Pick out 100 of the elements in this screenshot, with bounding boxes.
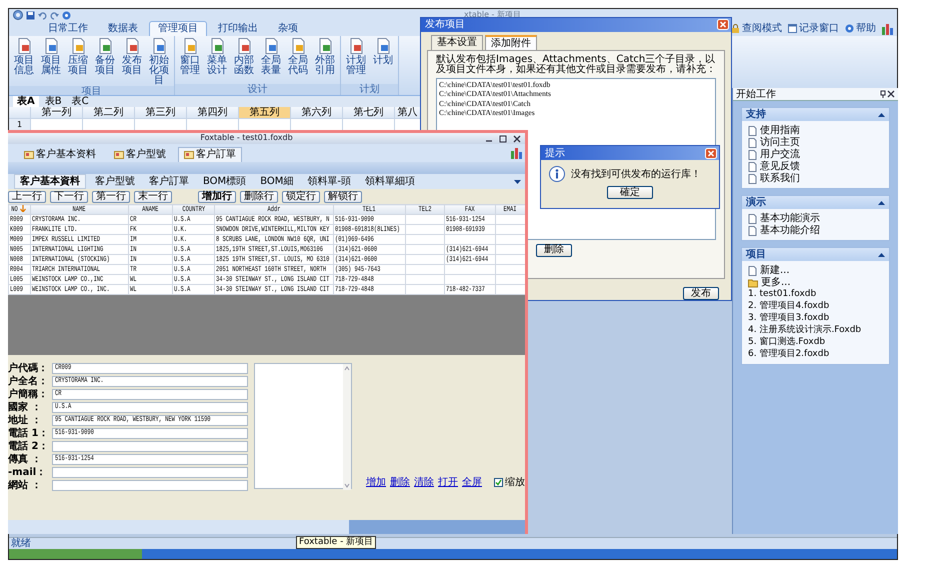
scrollbar[interactable] [8, 520, 525, 534]
collapse-icon[interactable] [878, 200, 885, 206]
close-icon[interactable] [513, 134, 521, 142]
ribbon-button[interactable]: 窗口管理 [178, 38, 202, 84]
pane-link[interactable]: 联系我们 [748, 173, 883, 184]
ribbon-tab[interactable]: 数据表 [99, 21, 147, 36]
ok-button[interactable]: 確定 [607, 186, 653, 199]
pane-link[interactable]: 3. 管理项目3.foxdb [748, 313, 883, 324]
ribbon-button[interactable]: 全局代码 [286, 38, 310, 84]
ribbon-button[interactable]: 备份项目 [93, 38, 117, 86]
ribbon-tab[interactable]: 管理项目 [149, 21, 207, 36]
toolbar-button[interactable]: 上一行 [8, 190, 46, 202]
sheet-tab[interactable]: 表C [68, 96, 93, 107]
window-tab[interactable]: 客户基本资料 [18, 147, 102, 162]
sub-tab[interactable]: 客户訂單 [144, 175, 194, 188]
dialog-tab[interactable]: 添加附件 [485, 34, 537, 50]
sub-tab[interactable]: 客户基本資料 [14, 174, 86, 189]
document-icon [375, 38, 391, 54]
pane-link[interactable]: 新建... [748, 265, 883, 276]
window-title: Foxtable - test01.foxdb [199, 134, 294, 143]
ribbon-button[interactable]: 发布项目 [120, 38, 144, 86]
toolbar-button[interactable]: 解锁行 [324, 190, 362, 202]
column-header[interactable]: 第四列 [187, 107, 239, 119]
toolbar-link[interactable]: 查阅模式 [731, 22, 782, 34]
window-tab[interactable]: 客户訂單 [178, 147, 242, 162]
dialog-tab[interactable]: 基本设置 [431, 34, 483, 50]
toolbar-link[interactable]: 帮助 [845, 22, 876, 34]
caret-icon[interactable] [514, 178, 521, 184]
ribbon-tab[interactable]: 打印输出 [209, 21, 267, 36]
document-icon [290, 38, 306, 54]
collapse-icon[interactable] [878, 252, 885, 258]
toolbar-link[interactable]: 记录窗口 [788, 22, 839, 34]
ribbon-button[interactable]: 外部引用 [313, 38, 337, 84]
delete-button[interactable]: 删除 [536, 244, 572, 257]
link[interactable]: 增加 [366, 477, 386, 488]
toolbar-button[interactable]: 下一行 [50, 190, 88, 202]
sub-tab[interactable]: 客户型號 [90, 175, 140, 188]
memo-field[interactable] [254, 363, 352, 489]
window-tab[interactable]: 客户型號 [108, 147, 172, 162]
link[interactable]: 清除 [414, 477, 434, 488]
pane-link[interactable]: 更多... [748, 277, 883, 288]
toolbar-button[interactable]: 增加行 [198, 190, 236, 202]
save-icon[interactable] [26, 10, 35, 20]
column-header[interactable]: 第三列 [135, 107, 187, 119]
sub-tab[interactable]: 領料單細項 [360, 175, 420, 188]
window-icon [788, 24, 797, 33]
ribbon-button[interactable]: 项目信息 [12, 38, 36, 86]
sub-tab[interactable]: BOM標頭 [198, 175, 252, 188]
maximize-icon[interactable] [499, 134, 507, 142]
column-header[interactable]: 第七列 [343, 107, 395, 119]
ribbon-button[interactable]: 全局表量 [259, 38, 283, 84]
help-icon[interactable] [62, 10, 71, 20]
link[interactable]: 全屏 [462, 477, 482, 488]
input-field[interactable] [52, 480, 248, 491]
close-icon[interactable] [887, 90, 895, 98]
column-header[interactable]: 第二列 [83, 107, 135, 119]
office-orb-icon[interactable] [13, 10, 23, 20]
toolbar-button[interactable]: 删除行 [240, 190, 278, 202]
ribbon-button[interactable]: 项目属性 [39, 38, 63, 86]
sub-tab[interactable]: BOM細 [255, 175, 298, 188]
column-header[interactable]: 第八 [395, 107, 421, 119]
link[interactable]: 打开 [438, 477, 458, 488]
checkbox[interactable] [494, 478, 503, 487]
input-field[interactable] [52, 441, 248, 452]
pane-link[interactable]: 5. 窗口测选.Foxdb [748, 337, 883, 348]
sheet-tab[interactable]: 表B [40, 96, 66, 107]
ribbon-tab[interactable]: 杂项 [269, 21, 307, 36]
column-header[interactable]: 第五列 [239, 107, 291, 119]
toolbar-button[interactable]: 锁定行 [282, 190, 320, 202]
ribbon-tab[interactable]: 日常工作 [39, 21, 97, 36]
link[interactable]: 删除 [390, 477, 410, 488]
ribbon-button[interactable]: 菜单设计 [205, 38, 229, 84]
toolbar-button[interactable]: 末一行 [134, 190, 172, 202]
toolbar-button[interactable]: 第一行 [92, 190, 130, 202]
pin-icon[interactable] [879, 90, 887, 98]
document-icon [348, 38, 364, 54]
collapse-icon[interactable] [878, 112, 885, 118]
ribbon-button[interactable]: 计划 [371, 38, 395, 84]
publish-button[interactable]: 发布 [683, 287, 719, 300]
sheet-tab[interactable]: 表A [13, 96, 39, 107]
pane-link[interactable]: 访问主页 [748, 137, 883, 148]
pane-link[interactable]: 基本功能演示 [748, 213, 883, 224]
pane-link[interactable]: 4. 注册系统设计演示.Foxdb [748, 325, 883, 336]
pane-link[interactable]: 2. 管理项目4.foxdb [748, 301, 883, 312]
sub-tab[interactable]: 領料單-頭 [302, 175, 356, 188]
pane-link[interactable]: 使用指南 [748, 125, 883, 136]
redo-icon[interactable] [50, 10, 59, 20]
pane-link[interactable]: 基本功能介绍 [748, 225, 883, 236]
column-header[interactable]: 第一列 [31, 107, 83, 119]
pane-link[interactable]: 6. 管理项目2.foxdb [748, 349, 883, 360]
group-label: 设计 [175, 84, 340, 95]
ribbon-button[interactable]: 内部函数 [232, 38, 256, 84]
undo-icon[interactable] [38, 10, 47, 20]
pane-link[interactable]: 意见反馈 [748, 161, 883, 172]
ribbon-button[interactable]: 压缩项目 [66, 38, 90, 86]
ribbon-button[interactable]: 初始化项目 [147, 38, 171, 86]
input-field[interactable] [52, 467, 248, 478]
pane-link[interactable]: 1. test01.foxdb [748, 289, 883, 300]
pane-link[interactable]: 用户交流 [748, 149, 883, 160]
ribbon-button[interactable]: 计划管理 [344, 38, 368, 84]
